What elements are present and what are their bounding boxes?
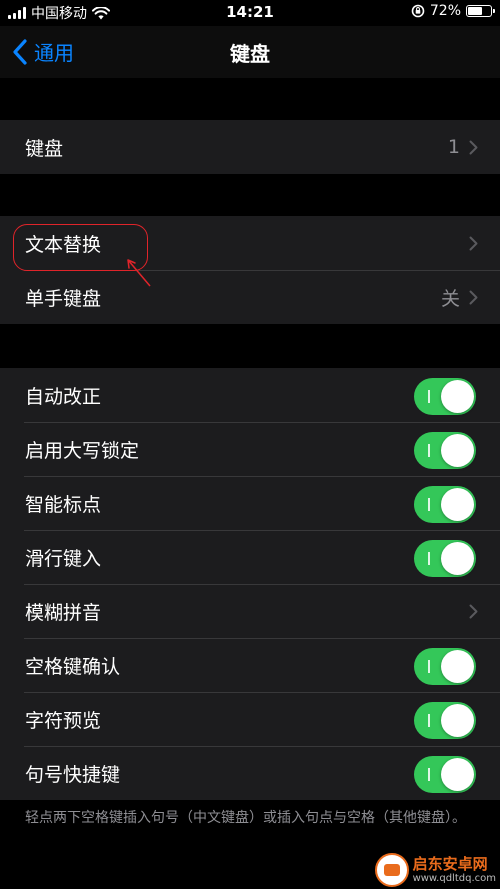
character-preview-row: 字符预览 xyxy=(0,692,500,746)
chevron-right-icon xyxy=(469,140,478,155)
row-label: 自动改正 xyxy=(25,385,102,408)
annotation-arrow-icon xyxy=(127,259,151,287)
space-confirm-toggle[interactable] xyxy=(414,648,476,685)
battery-percent: 72% xyxy=(429,3,461,19)
toggle-knob xyxy=(441,542,474,575)
slide-to-type-toggle[interactable] xyxy=(414,540,476,577)
smart-punctuation-row: 智能标点 xyxy=(0,476,500,530)
watermark-logo-icon xyxy=(374,853,409,887)
watermark-name: 启东安卓网 xyxy=(412,855,488,873)
row-label: 单手键盘 xyxy=(25,287,102,310)
row-label: 启用大写锁定 xyxy=(25,439,140,462)
keyboards-row[interactable]: 键盘 1 xyxy=(0,120,500,174)
toggle-on-mark xyxy=(428,390,430,403)
navigation-bar: 通用 键盘 xyxy=(0,26,500,78)
auto-correction-row: 自动改正 xyxy=(0,368,500,422)
toggle-knob xyxy=(441,758,474,791)
period-shortcut-row: 句号快捷键 xyxy=(0,746,500,800)
slide-to-type-row: 滑行键入 xyxy=(0,530,500,584)
status-right: 72% xyxy=(411,3,495,19)
battery-icon xyxy=(466,5,495,17)
row-label: 句号快捷键 xyxy=(25,763,121,786)
toggle-knob xyxy=(441,488,474,521)
toggle-knob xyxy=(441,380,474,413)
rotation-lock-icon xyxy=(411,4,425,18)
row-label: 滑行键入 xyxy=(25,547,102,570)
status-bar: 中国移动 14:21 72% xyxy=(0,0,500,26)
row-label: 模糊拼音 xyxy=(25,601,102,624)
toggle-on-mark xyxy=(428,660,430,673)
page-title: 键盘 xyxy=(230,42,270,66)
row-label: 空格键确认 xyxy=(25,655,121,678)
toggle-knob xyxy=(441,434,474,467)
space-confirm-row: 空格键确认 xyxy=(0,638,500,692)
toggle-on-mark xyxy=(428,768,430,781)
chevron-right-icon xyxy=(469,290,478,305)
fuzzy-pinyin-row[interactable]: 模糊拼音 xyxy=(0,584,500,638)
row-label: 智能标点 xyxy=(25,493,102,516)
period-shortcut-toggle[interactable] xyxy=(414,756,476,793)
watermark-url: www.qdltdq.com xyxy=(412,873,496,884)
toggle-knob xyxy=(441,704,474,737)
watermark: 启东安卓网 www.qdltdq.com xyxy=(374,853,496,887)
keyboard-settings-group: 自动改正 启用大写锁定 智能标点 滑行键入 模糊拼音 空格键确认 字符预览 句号… xyxy=(0,368,500,800)
keyboards-count: 1 xyxy=(447,136,460,158)
character-preview-toggle[interactable] xyxy=(414,702,476,739)
battery-fill xyxy=(468,7,482,15)
toggle-on-mark xyxy=(428,498,430,511)
toggle-on-mark xyxy=(428,552,430,565)
row-label: 字符预览 xyxy=(25,709,102,732)
toggle-on-mark xyxy=(428,444,430,457)
one-handed-keyboard-row[interactable]: 单手键盘 关 xyxy=(0,270,500,324)
keyboards-group: 键盘 1 xyxy=(0,120,500,174)
caps-lock-row: 启用大写锁定 xyxy=(0,422,500,476)
toggle-knob xyxy=(441,650,474,683)
chevron-right-icon xyxy=(469,236,478,251)
toggle-on-mark xyxy=(428,714,430,727)
one-handed-keyboard-value: 关 xyxy=(440,287,460,310)
chevron-right-icon xyxy=(469,604,478,619)
caps-lock-toggle[interactable] xyxy=(414,432,476,469)
period-shortcut-footer: 轻点两下空格键插入句号（中文键盘）或插入句点与空格（其他键盘）。 xyxy=(25,810,466,826)
smart-punctuation-toggle[interactable] xyxy=(414,486,476,523)
row-label: 键盘 xyxy=(25,137,64,160)
watermark-text: 启东安卓网 www.qdltdq.com xyxy=(413,855,496,885)
auto-correction-toggle[interactable] xyxy=(414,378,476,415)
